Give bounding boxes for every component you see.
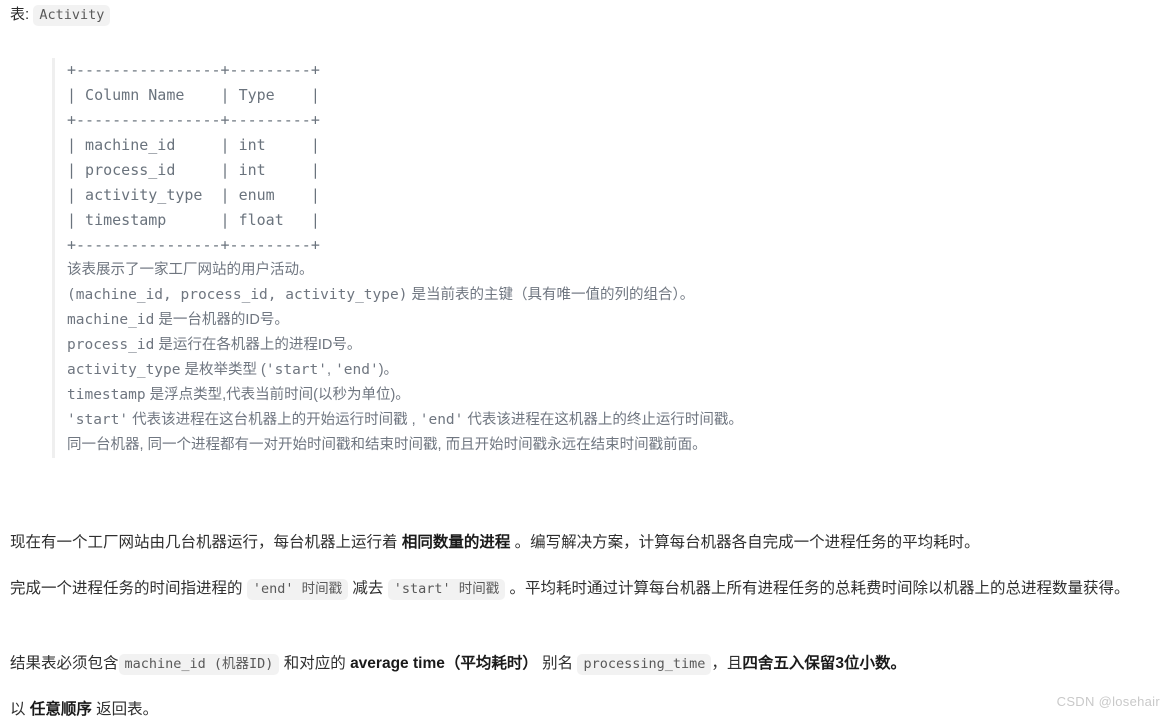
schema-note-text: 是枚举类型 ( <box>180 362 266 378</box>
schema-note-text: , <box>327 362 336 378</box>
schema-note-line-3: machine_id 是一台机器的ID号。 <box>67 308 1174 333</box>
start-literal-code-2: 'start' <box>67 412 129 428</box>
table-caption-label: 表: <box>10 6 30 23</box>
problem-description-page: 表: Activity +----------------+---------+… <box>0 0 1174 718</box>
paragraph-text: 现在有一个工厂网站由几台机器运行，每台机器上运行着 <box>10 533 402 551</box>
start-literal-code: 'start' <box>265 362 327 378</box>
csdn-watermark: CSDN @losehair <box>1056 694 1160 709</box>
problem-paragraph-3: 结果表必须包含 machine_id (机器ID) 和对应的 average ti… <box>10 649 1164 679</box>
schema-note-text: 是浮点类型,代表当前时间(以秒为单位)。 <box>145 387 410 403</box>
schema-note-text: 同一台机器, 同一个进程都有一对开始时间戳和结束时间戳, 而且开始时间戳永远在结… <box>67 437 707 453</box>
activity-type-code: activity_type <box>67 362 181 378</box>
schema-notes: 该表展示了一家工厂网站的用户活动。 (machine_id, process_i… <box>67 258 1174 458</box>
paragraph-emphasis: 四舍五入保留3位小数。 <box>742 654 907 672</box>
processing-time-code: processing_time <box>577 653 712 675</box>
paragraph-emphasis: average time（平均耗时） <box>350 654 538 672</box>
schema-note-line-2: (machine_id, process_id, activity_type) … <box>67 283 1174 308</box>
schema-note-text: 代表该进程在这台机器上的开始运行时间戳 , <box>128 412 420 428</box>
paragraph-text: ，且 <box>711 654 743 672</box>
schema-note-text: 是运行在各机器上的进程ID号。 <box>154 337 362 353</box>
table-caption: 表: Activity <box>10 4 111 26</box>
paragraph-text: 和对应的 <box>279 654 351 672</box>
paragraph-text: 结果表必须包含 <box>10 654 119 672</box>
paragraph-text: 减去 <box>348 579 388 597</box>
end-literal-code-2: 'end' <box>419 412 464 428</box>
problem-paragraph-4: 以 任意顺序 返回表。 <box>10 695 1164 725</box>
process-id-code: process_id <box>67 337 155 353</box>
timestamp-code: timestamp <box>67 387 146 403</box>
paragraph-text: 。平均耗时通过计算每台机器上所有进程任务的总耗费时间除以机器上的总进程数量获得。 <box>505 579 1130 597</box>
machine-id-output-code: machine_id (机器ID) <box>118 653 280 675</box>
start-timestamp-code: 'start' 时间戳 <box>387 578 506 600</box>
schema-note-text: 代表该进程在这机器上的终止运行时间戳。 <box>463 412 743 428</box>
schema-note-line-4: process_id 是运行在各机器上的进程ID号。 <box>67 333 1174 358</box>
schema-note-text: )。 <box>378 362 399 378</box>
machine-id-code: machine_id <box>67 312 155 328</box>
paragraph-text: 完成一个进程任务的时间指进程的 <box>10 579 247 597</box>
problem-paragraph-1: 现在有一个工厂网站由几台机器运行，每台机器上运行着 相同数量的进程 。编写解决方… <box>10 528 1164 558</box>
primary-key-code: (machine_id, process_id, activity_type) <box>67 287 408 303</box>
schema-note-line-8: 同一台机器, 同一个进程都有一对开始时间戳和结束时间戳, 而且开始时间戳永远在结… <box>67 433 1174 458</box>
end-literal-code: 'end' <box>335 362 379 378</box>
schema-note-line-7: 'start' 代表该进程在这台机器上的开始运行时间戳 , 'end' 代表该进… <box>67 408 1174 433</box>
schema-blockquote: +----------------+---------+ | Column Na… <box>52 58 1174 458</box>
end-timestamp-code: 'end' 时间戳 <box>246 578 349 600</box>
paragraph-text: 。编写解决方案，计算每台机器各自完成一个进程任务的平均耗时。 <box>510 533 980 551</box>
schema-ascii-table: +----------------+---------+ | Column Na… <box>67 61 320 254</box>
schema-note-text: 该表展示了一家工厂网站的用户活动。 <box>67 262 314 278</box>
schema-note-text: 是当前表的主键（具有唯一值的列的组合）。 <box>407 287 695 303</box>
schema-note-text: 是一台机器的ID号。 <box>154 312 289 328</box>
schema-note-line-5: activity_type 是枚举类型 ('start', 'end')。 <box>67 358 1174 383</box>
schema-note-line-1: 该表展示了一家工厂网站的用户活动。 <box>67 258 1174 283</box>
paragraph-text: 别名 <box>537 654 578 672</box>
table-name-code: Activity <box>33 5 111 26</box>
paragraph-emphasis: 相同数量的进程 <box>401 533 511 551</box>
schema-note-line-6: timestamp 是浮点类型,代表当前时间(以秒为单位)。 <box>67 383 1174 408</box>
problem-paragraph-2: 完成一个进程任务的时间指进程的 'end' 时间戳 减去 'start' 时间戳… <box>10 574 1164 604</box>
